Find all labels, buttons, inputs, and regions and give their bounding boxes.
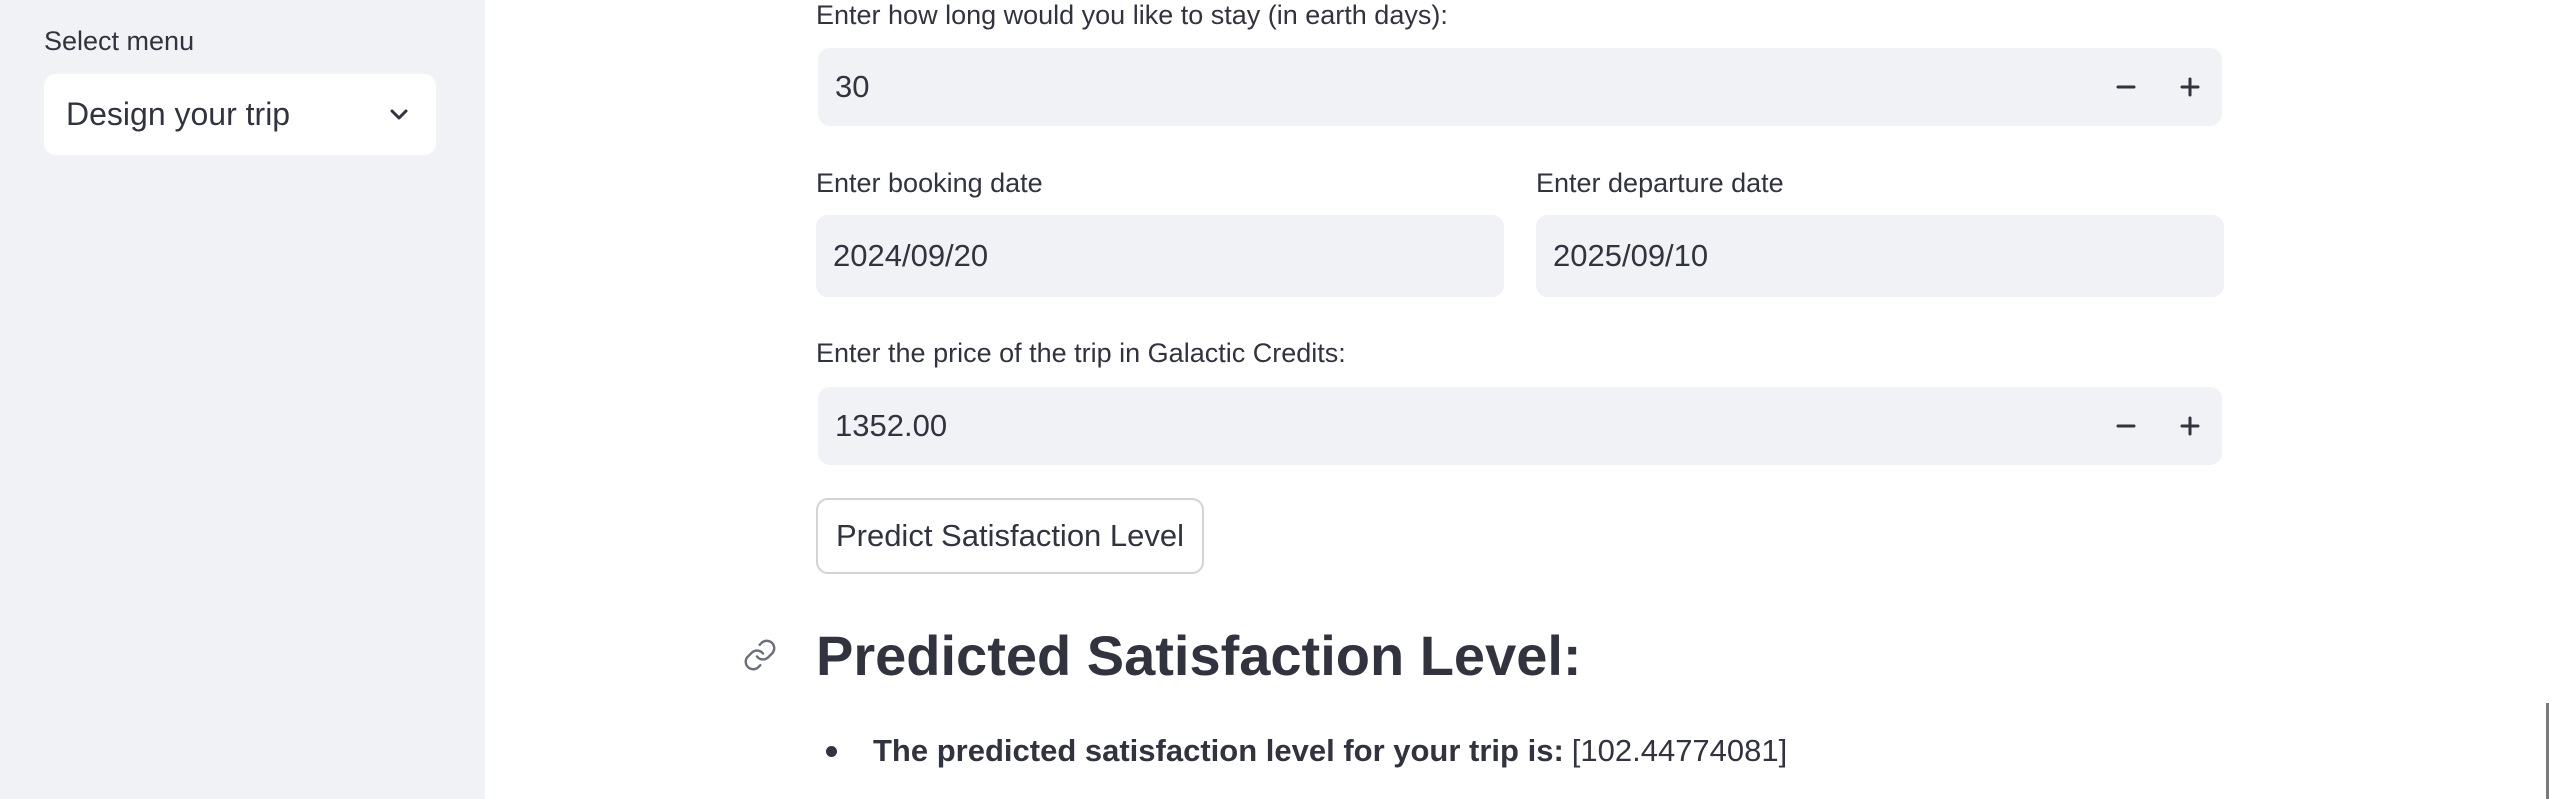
app-window: Select menu Design your trip Enter how l… [0, 0, 2556, 799]
result-list-item: The predicted satisfaction level for you… [826, 733, 1787, 769]
chevron-down-icon [384, 100, 414, 130]
price-value: 1352.00 [835, 408, 948, 443]
minus-icon [2116, 424, 2136, 428]
predict-satisfaction-button[interactable]: Predict Satisfaction Level [816, 498, 1204, 574]
menu-select[interactable]: Design your trip [44, 74, 436, 155]
plus-icon [2180, 77, 2200, 97]
menu-select-value: Design your trip [66, 96, 291, 132]
stay-label: Enter how long would you like to stay (i… [816, 0, 1448, 30]
departure-date-input[interactable]: 2025/09/10 [1536, 215, 2224, 297]
price-increment-button[interactable] [2158, 387, 2222, 465]
booking-date-label: Enter booking date [816, 168, 1043, 198]
stay-increment-button[interactable] [2158, 48, 2222, 126]
booking-date-value: 2024/09/20 [833, 238, 989, 273]
departure-date-value: 2025/09/10 [1553, 238, 1709, 273]
scrollbar-thumb[interactable] [2546, 703, 2549, 799]
stay-number-input[interactable]: 30 [818, 48, 2222, 126]
result-heading-row: Predicted Satisfaction Level: [740, 620, 1582, 690]
plus-icon [2180, 416, 2200, 436]
result-label: The predicted satisfaction level for you… [873, 733, 1564, 768]
stay-value: 30 [835, 69, 870, 104]
result-value: [102.44774081] [1571, 733, 1788, 768]
sidebar: Select menu Design your trip [0, 0, 485, 799]
booking-date-input[interactable]: 2024/09/20 [816, 215, 1504, 297]
price-number-input[interactable]: 1352.00 [818, 387, 2222, 465]
select-menu-label: Select menu [44, 26, 195, 56]
departure-date-label: Enter departure date [1536, 168, 1784, 198]
bullet [826, 745, 837, 757]
minus-icon [2116, 85, 2136, 89]
link-icon[interactable] [740, 635, 780, 675]
stay-decrement-button[interactable] [2094, 48, 2158, 126]
price-decrement-button[interactable] [2094, 387, 2158, 465]
price-label: Enter the price of the trip in Galactic … [816, 338, 1346, 368]
result-heading: Predicted Satisfaction Level: [816, 623, 1582, 687]
